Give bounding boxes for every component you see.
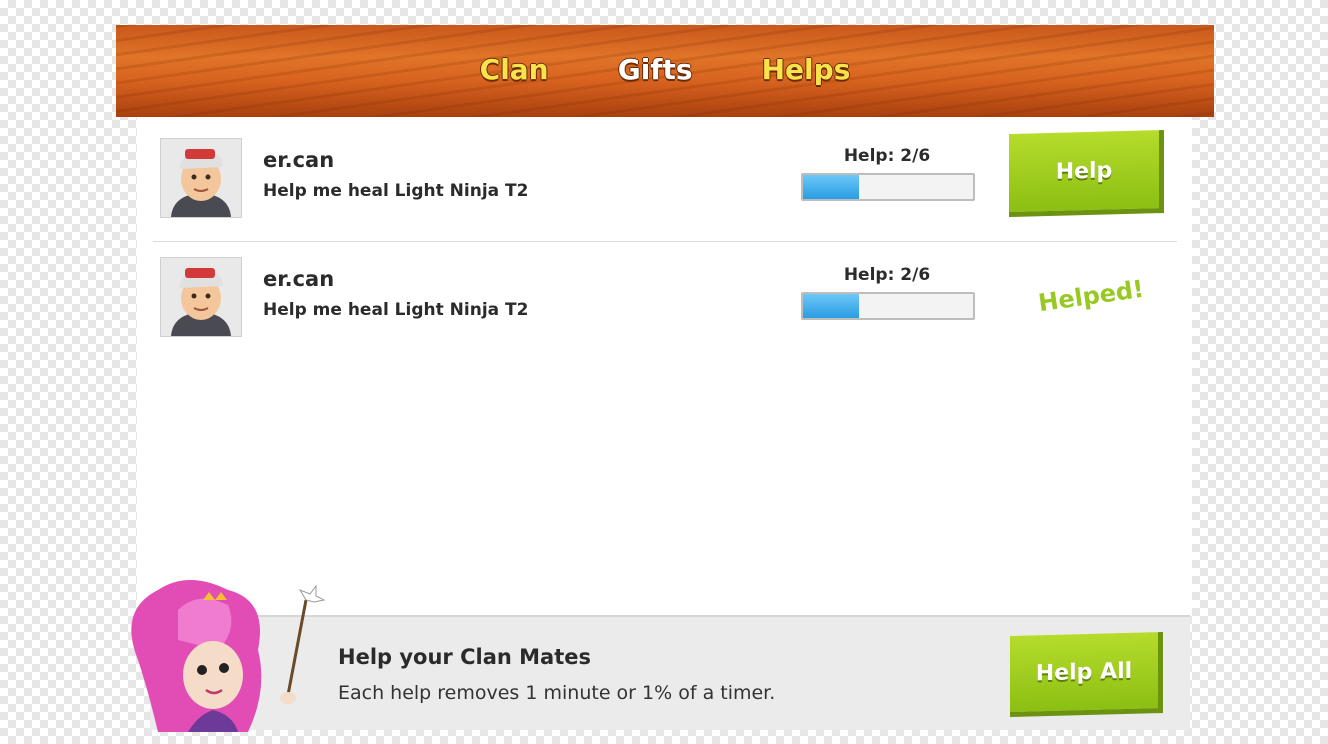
help-request-row: er.can Help me heal Light Ninja T2 Help:… bbox=[153, 129, 1177, 242]
helped-status: Helped! bbox=[1036, 274, 1146, 318]
player-avatar bbox=[160, 138, 242, 218]
tab-gifts[interactable]: Gifts bbox=[618, 53, 693, 86]
help-button-label: Help bbox=[1055, 157, 1113, 185]
player-name: er.can bbox=[263, 267, 335, 291]
request-message: Help me heal Light Ninja T2 bbox=[263, 300, 529, 320]
tab-helps[interactable]: Helps bbox=[762, 53, 851, 86]
footer-title: Help your Clan Mates bbox=[338, 645, 591, 669]
fairy-character-illustration bbox=[131, 580, 326, 732]
help-all-label: Help All bbox=[1035, 658, 1133, 686]
help-request-row: er.can Help me heal Light Ninja T2 Help:… bbox=[153, 248, 1177, 360]
help-count-label: Help: 2/6 bbox=[843, 146, 931, 166]
wooden-header: Clan Gifts Helps bbox=[116, 25, 1214, 117]
tab-bar: Clan Gifts Helps bbox=[116, 53, 1214, 86]
footer-description: Each help removes 1 minute or 1% of a ti… bbox=[338, 682, 776, 704]
player-avatar bbox=[160, 257, 242, 337]
helps-panel: er.can Help me heal Light Ninja T2 Help:… bbox=[137, 117, 1192, 615]
help-progress-fill bbox=[803, 175, 860, 199]
help-count-label: Help: 2/6 bbox=[843, 265, 931, 285]
player-name: er.can bbox=[263, 148, 335, 172]
help-all-button[interactable]: Help All bbox=[1010, 631, 1163, 718]
help-progress-fill bbox=[803, 294, 860, 318]
help-progress-bar bbox=[801, 292, 975, 320]
request-message: Help me heal Light Ninja T2 bbox=[263, 181, 529, 201]
tab-clan[interactable]: Clan bbox=[480, 53, 549, 86]
help-button[interactable]: Help bbox=[1009, 129, 1164, 218]
help-progress-bar bbox=[801, 173, 975, 201]
